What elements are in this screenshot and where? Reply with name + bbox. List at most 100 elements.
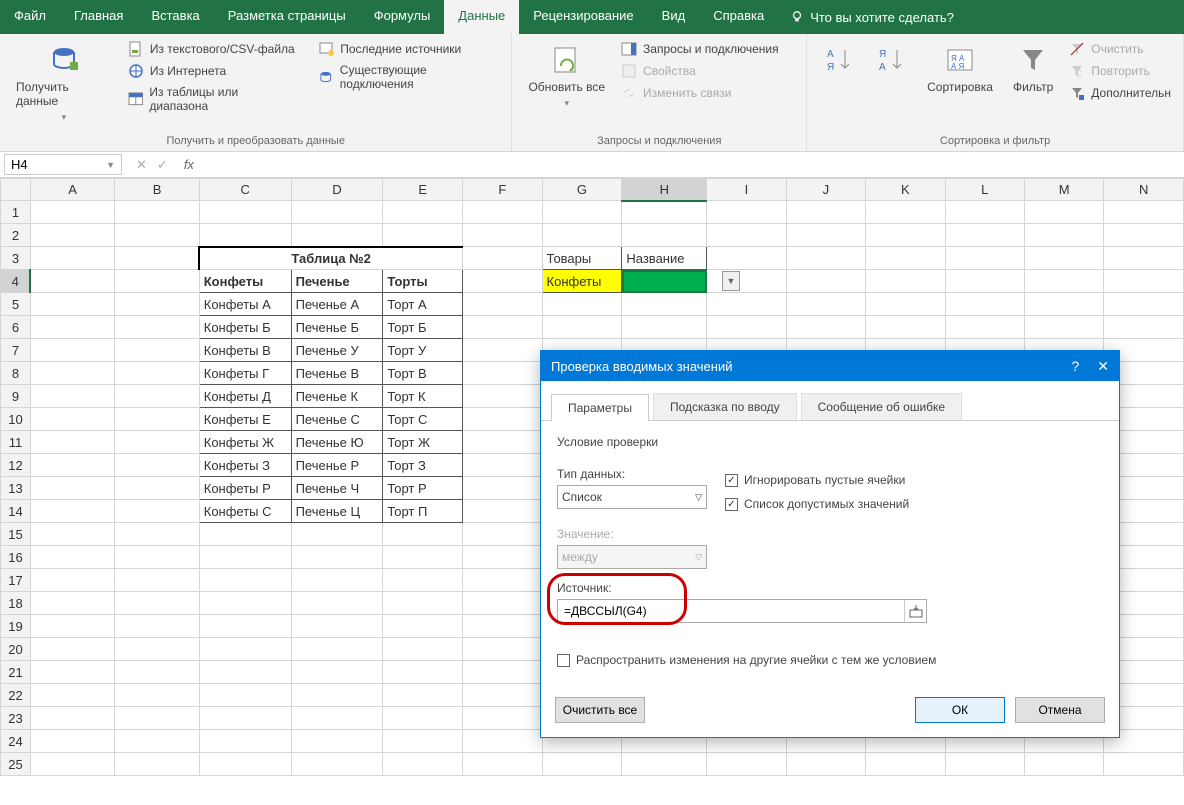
- select-all-corner[interactable]: [1, 179, 31, 201]
- cell-A12[interactable]: [30, 454, 114, 477]
- cell-A22[interactable]: [30, 684, 114, 707]
- row-header-5[interactable]: 5: [1, 293, 31, 316]
- cell-A11[interactable]: [30, 431, 114, 454]
- cell-L5[interactable]: [945, 293, 1024, 316]
- cell-A14[interactable]: [30, 500, 114, 523]
- row-header-17[interactable]: 17: [1, 569, 31, 592]
- cell-H2[interactable]: [622, 224, 707, 247]
- cell-F16[interactable]: [463, 546, 542, 569]
- cell-I3[interactable]: [707, 247, 786, 270]
- row-header-15[interactable]: 15: [1, 523, 31, 546]
- cell-D16[interactable]: [291, 546, 383, 569]
- cell-B18[interactable]: [115, 592, 199, 615]
- col-header-I[interactable]: I: [707, 179, 786, 201]
- col-header-M[interactable]: M: [1024, 179, 1103, 201]
- row-header-22[interactable]: 22: [1, 684, 31, 707]
- cell-E20[interactable]: [383, 638, 463, 661]
- cell-N2[interactable]: [1104, 224, 1184, 247]
- cell-F2[interactable]: [463, 224, 542, 247]
- cell-L1[interactable]: [945, 201, 1024, 224]
- cell-E15[interactable]: [383, 523, 463, 546]
- cell-J2[interactable]: [786, 224, 865, 247]
- cell-E16[interactable]: [383, 546, 463, 569]
- cell-F6[interactable]: [463, 316, 542, 339]
- cell-E25[interactable]: [383, 753, 463, 776]
- cell-D25[interactable]: [291, 753, 383, 776]
- cell-K5[interactable]: [866, 293, 945, 316]
- cell-K1[interactable]: [866, 201, 945, 224]
- cell-A7[interactable]: [30, 339, 114, 362]
- cell-A23[interactable]: [30, 707, 114, 730]
- row-header-8[interactable]: 8: [1, 362, 31, 385]
- cell-B22[interactable]: [115, 684, 199, 707]
- row-header-6[interactable]: 6: [1, 316, 31, 339]
- cell-G1[interactable]: [542, 201, 622, 224]
- refresh-all-button[interactable]: Обновить все: [522, 40, 611, 113]
- col-header-G[interactable]: G: [542, 179, 622, 201]
- cell-D4[interactable]: Печенье: [291, 270, 383, 293]
- cell-A8[interactable]: [30, 362, 114, 385]
- cell-I25[interactable]: [707, 753, 786, 776]
- cell-D11[interactable]: Печенье Ю: [291, 431, 383, 454]
- cell-I5[interactable]: [707, 293, 786, 316]
- cell-L4[interactable]: [945, 270, 1024, 293]
- cell-E18[interactable]: [383, 592, 463, 615]
- from-table-button[interactable]: Из таблицы или диапазона: [126, 84, 298, 114]
- row-header-7[interactable]: 7: [1, 339, 31, 362]
- cell-N1[interactable]: [1104, 201, 1184, 224]
- formula-input[interactable]: [200, 155, 1184, 174]
- cell-A13[interactable]: [30, 477, 114, 500]
- cell-J4[interactable]: [786, 270, 865, 293]
- col-header-A[interactable]: A: [30, 179, 114, 201]
- cell-F14[interactable]: [463, 500, 542, 523]
- cell-C15[interactable]: [199, 523, 291, 546]
- tell-me-search[interactable]: Что вы хотите сделать?: [778, 0, 966, 34]
- col-header-H[interactable]: H: [622, 179, 707, 201]
- cell-K3[interactable]: [866, 247, 945, 270]
- cell-D7[interactable]: Печенье У: [291, 339, 383, 362]
- cell-E11[interactable]: Торт Ж: [383, 431, 463, 454]
- cell-E1[interactable]: [383, 201, 463, 224]
- cell-K4[interactable]: [866, 270, 945, 293]
- chevron-down-icon[interactable]: ▼: [106, 160, 115, 170]
- range-picker-button[interactable]: [904, 600, 926, 622]
- col-header-N[interactable]: N: [1104, 179, 1184, 201]
- col-header-E[interactable]: E: [383, 179, 463, 201]
- cell-D15[interactable]: [291, 523, 383, 546]
- cell-B5[interactable]: [115, 293, 199, 316]
- cell-B16[interactable]: [115, 546, 199, 569]
- cell-C6[interactable]: Конфеты Б: [199, 316, 291, 339]
- cell-F10[interactable]: [463, 408, 542, 431]
- dialog-titlebar[interactable]: Проверка вводимых значений ? ✕: [541, 351, 1119, 381]
- cell-F12[interactable]: [463, 454, 542, 477]
- cell-E6[interactable]: Торт Б: [383, 316, 463, 339]
- cell-A9[interactable]: [30, 385, 114, 408]
- col-header-B[interactable]: B: [115, 179, 199, 201]
- existing-conn-button[interactable]: Существующие подключения: [316, 62, 501, 92]
- get-data-button[interactable]: Получить данные: [10, 40, 118, 127]
- cell-E2[interactable]: [383, 224, 463, 247]
- cell-A4[interactable]: [30, 270, 114, 293]
- cell-G5[interactable]: [542, 293, 622, 316]
- cell-C22[interactable]: [199, 684, 291, 707]
- cell-A10[interactable]: [30, 408, 114, 431]
- cell-C14[interactable]: Конфеты С: [199, 500, 291, 523]
- cell-F18[interactable]: [463, 592, 542, 615]
- cell-D1[interactable]: [291, 201, 383, 224]
- cell-D24[interactable]: [291, 730, 383, 753]
- cell-I2[interactable]: [707, 224, 786, 247]
- row-header-21[interactable]: 21: [1, 661, 31, 684]
- cell-B2[interactable]: [115, 224, 199, 247]
- cell-E5[interactable]: Торт А: [383, 293, 463, 316]
- cell-C19[interactable]: [199, 615, 291, 638]
- cell-B3[interactable]: [115, 247, 199, 270]
- cell-E7[interactable]: Торт У: [383, 339, 463, 362]
- cell-A15[interactable]: [30, 523, 114, 546]
- tab-data[interactable]: Данные: [444, 0, 519, 34]
- cell-B12[interactable]: [115, 454, 199, 477]
- cell-F17[interactable]: [463, 569, 542, 592]
- row-header-10[interactable]: 10: [1, 408, 31, 431]
- cell-I6[interactable]: [707, 316, 786, 339]
- cell-E24[interactable]: [383, 730, 463, 753]
- row-header-3[interactable]: 3: [1, 247, 31, 270]
